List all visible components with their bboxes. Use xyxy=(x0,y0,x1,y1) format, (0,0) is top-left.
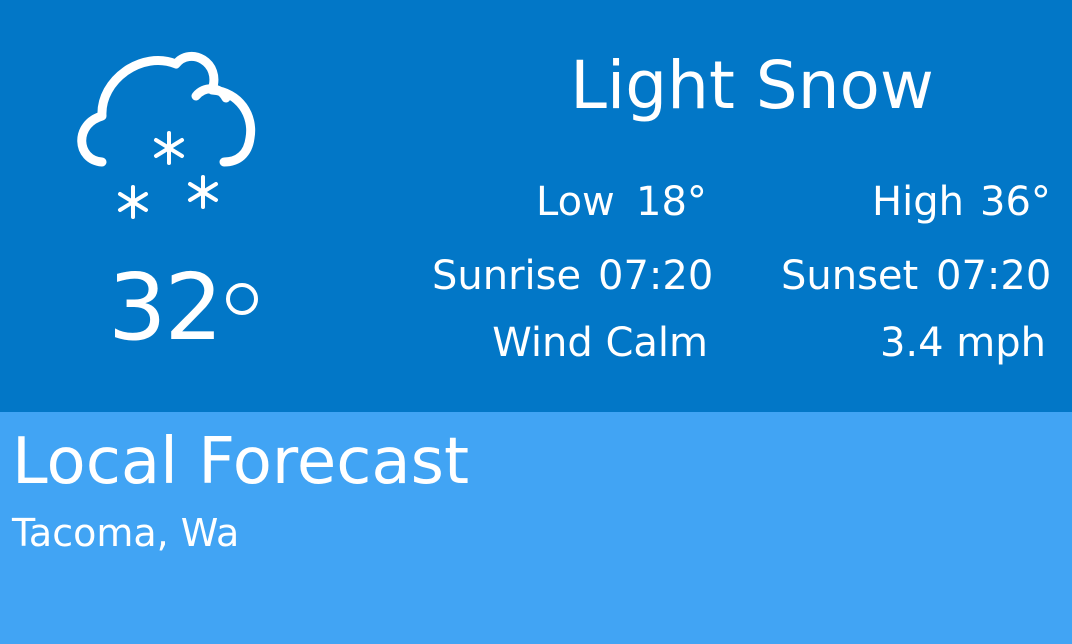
snow-cloud-icon xyxy=(77,51,256,219)
forecast-title: Local Forecast xyxy=(12,425,470,499)
forecast-location: Tacoma, Wa xyxy=(12,511,240,555)
sunrise-time: 07:20 xyxy=(598,253,714,299)
low-temperature: 18° xyxy=(636,179,707,225)
sunset-time: 07:20 xyxy=(936,253,1052,299)
current-temperature: 32 xyxy=(108,254,223,361)
low-label: Low xyxy=(536,179,615,225)
high-label: High xyxy=(872,179,964,225)
high-temperature: 36° xyxy=(980,179,1051,225)
sunrise-label: Sunrise xyxy=(432,253,582,299)
degree-symbol-icon xyxy=(226,283,258,315)
current-weather-panel: 32 Light Snow Low 18° High 36° Sunrise 0… xyxy=(0,0,1072,412)
sunset-label: Sunset xyxy=(781,253,919,299)
wind-speed: 3.4 mph xyxy=(879,320,1046,366)
weather-condition: Light Snow xyxy=(570,47,934,124)
wind-label: Wind Calm xyxy=(492,320,708,366)
